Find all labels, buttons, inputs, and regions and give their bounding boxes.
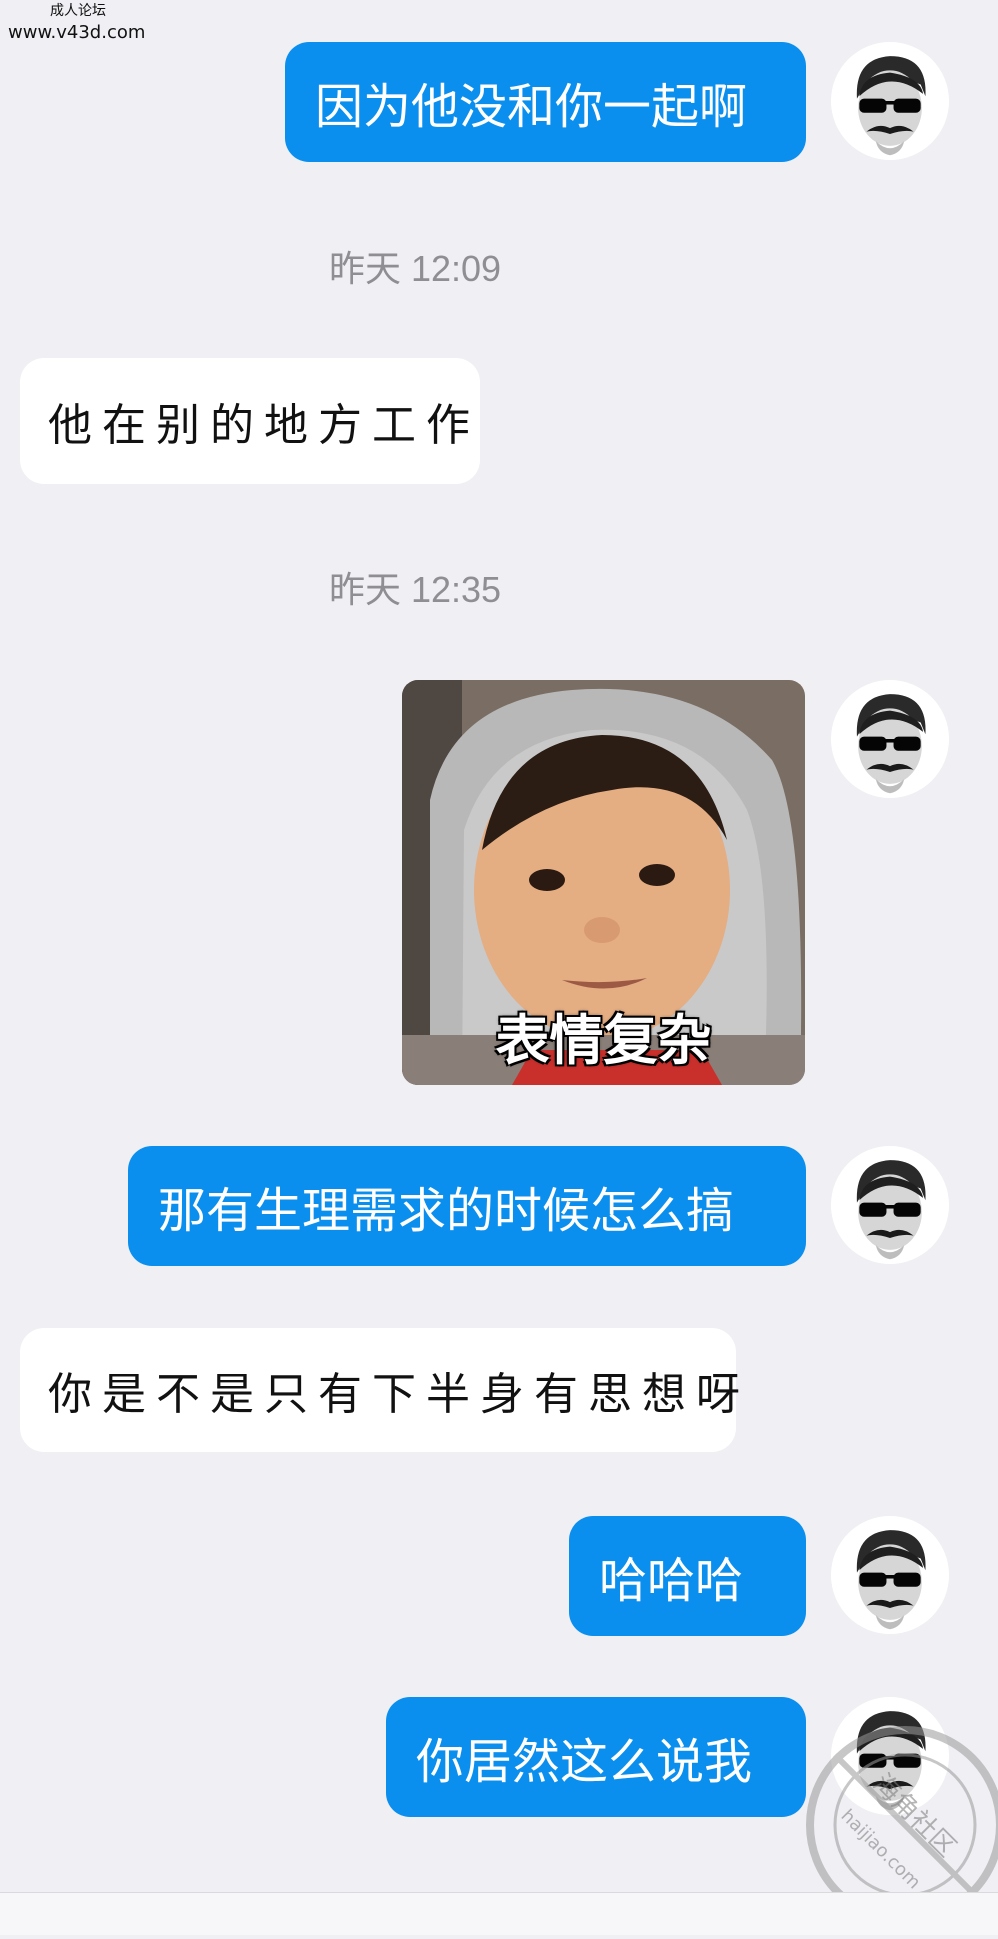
message-bubble-received[interactable]: 他在别的地方工作: [20, 358, 480, 484]
avatar[interactable]: [831, 1516, 949, 1634]
message-bubble-sent[interactable]: 因为他没和你一起啊: [285, 42, 806, 162]
message-text: 哈哈哈: [599, 1553, 744, 1609]
message-bubble-sent[interactable]: 你居然这么说我: [386, 1697, 806, 1817]
avatar[interactable]: [831, 42, 949, 160]
sticker-image[interactable]: 表情复杂: [402, 680, 805, 1085]
watermark-line1: 成人论坛: [50, 3, 106, 19]
message-text: 你居然这么说我: [416, 1734, 753, 1790]
avatar[interactable]: [831, 680, 949, 798]
message-text: 那有生理需求的时候怎么搞: [158, 1183, 735, 1239]
bottom-bar: [0, 1892, 998, 1935]
timestamp: 昨天 12:35: [328, 569, 502, 610]
man-sunglasses-mustache-avatar-icon: [831, 42, 949, 160]
man-sunglasses-mustache-avatar-icon: [831, 1146, 949, 1264]
watermark-line2: www.v43d.com: [8, 22, 146, 43]
sticker-caption: 表情复杂: [495, 1009, 712, 1072]
avatar[interactable]: [831, 1146, 949, 1264]
message-bubble-sent[interactable]: 那有生理需求的时候怎么搞: [128, 1146, 806, 1266]
message-bubble-received[interactable]: 你是不是只有下半身有思想呀: [20, 1328, 740, 1452]
timestamp: 昨天 12:09: [328, 248, 502, 289]
message-text: 你是不是只有下半身有思想呀: [48, 1369, 750, 1420]
message-text: 他在别的地方工作: [48, 400, 480, 451]
message-text: 因为他没和你一起啊: [315, 79, 748, 135]
man-sunglasses-mustache-avatar-icon: [831, 1516, 949, 1634]
message-bubble-sent[interactable]: 哈哈哈: [569, 1516, 806, 1636]
watermark: 成人论坛 www.v43d.com: [8, 4, 145, 42]
man-sunglasses-mustache-avatar-icon: [831, 680, 949, 798]
